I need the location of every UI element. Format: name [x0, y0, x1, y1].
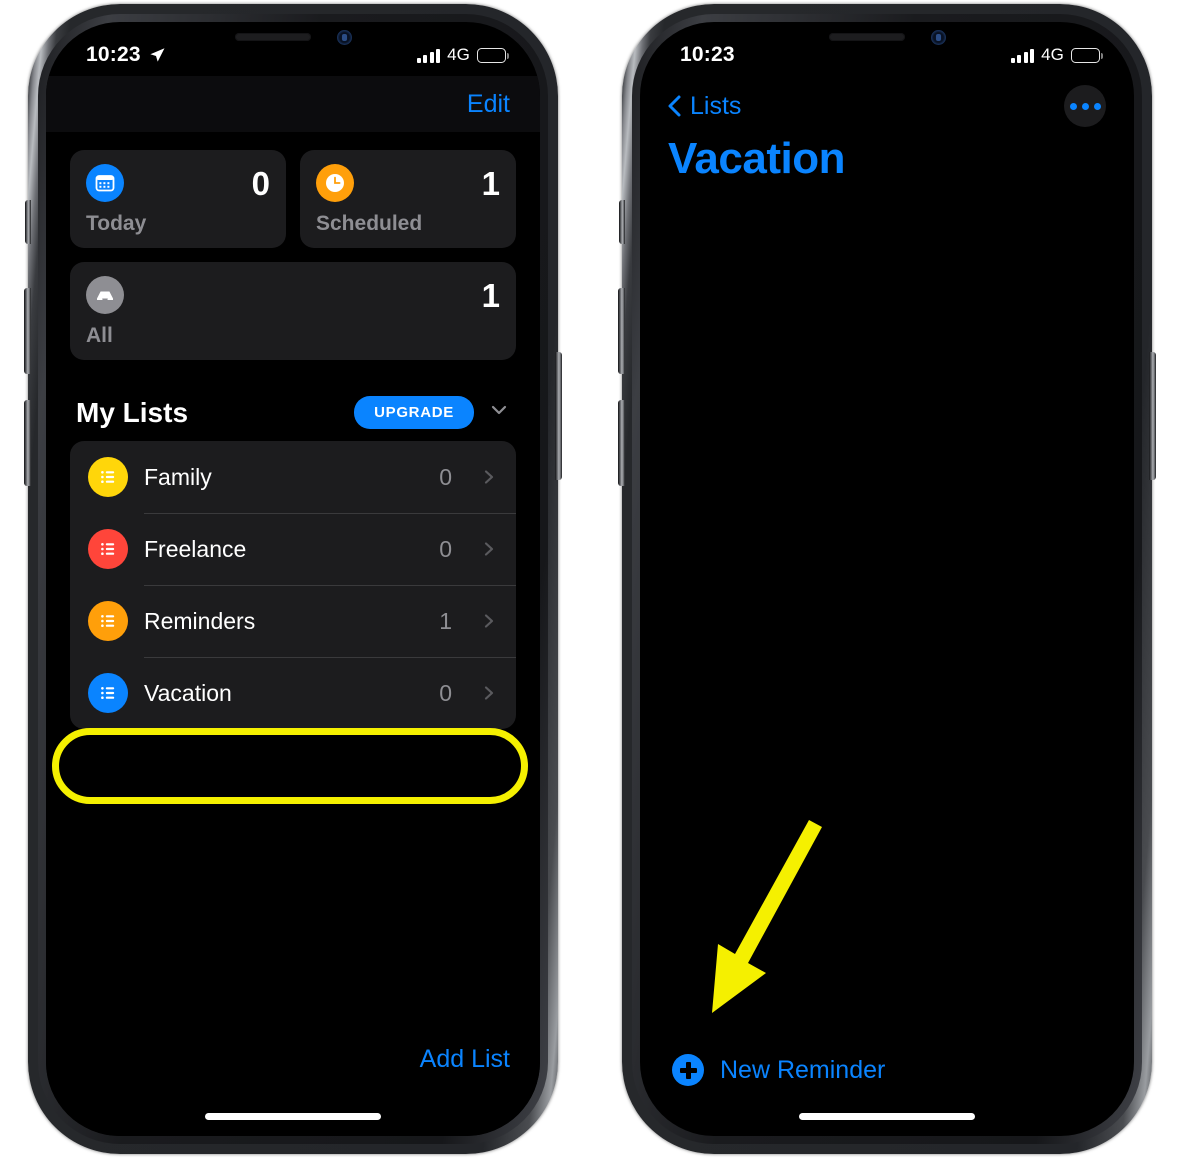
list-row-reminders[interactable]: Reminders 1: [70, 585, 516, 657]
chevron-right-icon: [480, 540, 498, 558]
section-actions: UPGRADE: [354, 396, 510, 429]
cellular-bars-icon: [1010, 48, 1035, 63]
list-bullet-icon: [88, 529, 128, 569]
status-time: 10:23: [680, 43, 735, 66]
network-type-label: 4G: [1041, 45, 1064, 64]
phone-right: 10:23 4G Lists Vacation New Reminder: [618, 4, 1156, 1154]
nav-bar-right: Lists: [640, 76, 1134, 136]
screen-lists: 10:23 4G Edit 0 Today 1 Scheduled 1 All …: [46, 22, 540, 1136]
summary-card-row-1: 0 Today 1 Scheduled: [70, 150, 516, 248]
home-indicator[interactable]: [205, 1113, 381, 1120]
all-label: All: [86, 324, 113, 347]
status-indicators: 4G: [1010, 45, 1103, 65]
inbox-tray-icon: [86, 276, 124, 314]
ellipsis-dot: [1069, 102, 1077, 110]
list-count: 0: [439, 679, 452, 706]
network-type-label: 4G: [447, 45, 470, 64]
back-label: Lists: [690, 91, 742, 120]
list-bullet-icon: [88, 673, 128, 713]
notch: [178, 22, 408, 52]
plus-circle-icon: [672, 1054, 704, 1086]
back-button[interactable]: Lists: [664, 92, 741, 121]
phone-left: 10:23 4G Edit 0 Today 1 Scheduled 1 All …: [24, 4, 562, 1154]
ellipsis-dot: [1093, 102, 1101, 110]
list-bullet-icon: [88, 457, 128, 497]
ellipsis-dot: [1081, 102, 1089, 110]
list-name: Reminders: [144, 607, 256, 634]
mute-switch[interactable]: [25, 200, 31, 244]
status-indicators: 4G: [416, 45, 509, 65]
chevron-left-icon: [668, 95, 681, 117]
cellular-bars-icon: [416, 48, 441, 63]
volume-up-button[interactable]: [24, 288, 31, 374]
volume-down-button[interactable]: [24, 400, 31, 486]
new-reminder-label: New Reminder: [720, 1055, 886, 1084]
my-lists-header: My Lists UPGRADE: [46, 374, 540, 441]
notch: [772, 22, 1002, 52]
summary-card-all[interactable]: 1 All: [70, 262, 516, 360]
front-camera-icon: [336, 29, 352, 45]
section-title: My Lists: [76, 396, 189, 428]
clock-icon: [316, 164, 354, 202]
front-camera-icon: [930, 29, 946, 45]
list-bullet-icon: [88, 601, 128, 641]
chevron-right-icon: [480, 468, 498, 486]
more-options-button[interactable]: [1064, 85, 1106, 127]
add-list-button[interactable]: Add List: [420, 1045, 510, 1074]
earpiece-speaker: [234, 33, 311, 41]
screenshot-canvas: 10:23 4G Edit 0 Today 1 Scheduled 1 All …: [0, 0, 1200, 1158]
power-button[interactable]: [1149, 352, 1156, 480]
volume-up-button[interactable]: [618, 288, 625, 374]
home-indicator[interactable]: [799, 1113, 975, 1120]
list-count: 0: [439, 535, 452, 562]
chevron-right-icon: [480, 684, 498, 702]
list-name: Vacation: [144, 679, 232, 706]
card-top: 1: [86, 276, 500, 314]
list-row-vacation[interactable]: Vacation 0: [70, 657, 516, 729]
chevron-down-icon[interactable]: [488, 399, 510, 426]
summary-card-today[interactable]: 0 Today: [70, 150, 286, 248]
today-count: 0: [251, 164, 270, 202]
status-time-group: 10:23: [86, 43, 166, 67]
list-row-freelance[interactable]: Freelance 0: [70, 513, 516, 585]
battery-full-icon: [1071, 47, 1103, 63]
card-top: 0: [86, 164, 270, 202]
earpiece-speaker: [828, 33, 905, 41]
list-count: 0: [439, 463, 452, 490]
list-count: 1: [439, 607, 452, 634]
status-time-group: 10:23: [680, 43, 735, 67]
list-name: Freelance: [144, 535, 247, 562]
summary-card-row-2: 1 All: [70, 262, 516, 360]
calendar-icon: [86, 164, 124, 202]
list-row-family[interactable]: Family 0: [70, 441, 516, 513]
edit-button[interactable]: Edit: [467, 90, 510, 119]
mute-switch[interactable]: [619, 200, 625, 244]
lists-content: 0 Today 1 Scheduled 1 All My Lists UPGRA…: [46, 132, 540, 1136]
my-lists-group: Family 0 Freelance 0 Reminders 1 Vacatio…: [70, 441, 516, 729]
list-name: Family: [144, 463, 212, 490]
chevron-right-icon: [480, 612, 498, 630]
today-label: Today: [86, 212, 147, 235]
summary-card-scheduled[interactable]: 1 Scheduled: [300, 150, 516, 248]
scheduled-label: Scheduled: [316, 212, 423, 235]
status-time: 10:23: [86, 43, 141, 66]
volume-down-button[interactable]: [618, 400, 625, 486]
all-count: 1: [481, 276, 500, 314]
upgrade-button[interactable]: UPGRADE: [354, 396, 474, 429]
summary-cards: 0 Today 1 Scheduled 1 All: [46, 132, 540, 360]
scheduled-count: 1: [481, 164, 500, 202]
highlight-oval-vacation: [52, 728, 528, 804]
card-top: 1: [316, 164, 500, 202]
nav-bar-left: Edit: [46, 76, 540, 132]
location-arrow-icon: [150, 48, 165, 62]
new-reminder-button[interactable]: New Reminder: [672, 1054, 885, 1086]
screen-vacation: 10:23 4G Lists Vacation New Reminder: [640, 22, 1134, 1136]
power-button[interactable]: [555, 352, 562, 480]
battery-full-icon: [477, 47, 509, 63]
page-title: Vacation: [668, 134, 845, 183]
